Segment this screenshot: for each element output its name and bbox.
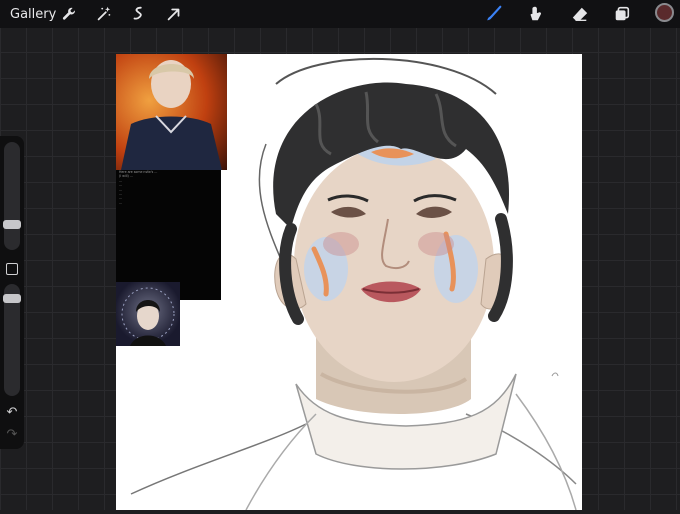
- smudge-icon[interactable]: [526, 4, 546, 24]
- reference-portrait-thumbnail[interactable]: [116, 282, 180, 346]
- reference-text-line: ...: [119, 200, 123, 205]
- magic-wand-icon[interactable]: [94, 4, 114, 24]
- opacity-handle[interactable]: [3, 294, 21, 303]
- undo-icon[interactable]: ↶: [5, 406, 19, 420]
- brush-size-slider[interactable]: [4, 142, 20, 250]
- wrench-icon[interactable]: [59, 4, 79, 24]
- eyedropper-square-button[interactable]: [6, 263, 18, 275]
- layers-icon[interactable]: [612, 4, 632, 24]
- brush-icon[interactable]: [484, 4, 504, 24]
- left-sidebar: ↶ ↷: [0, 136, 24, 449]
- brush-size-handle[interactable]: [3, 220, 21, 229]
- redo-icon[interactable]: ↷: [5, 428, 19, 442]
- gallery-button[interactable]: Gallery: [10, 7, 56, 22]
- selection-icon[interactable]: [129, 4, 149, 24]
- reference-photo[interactable]: [116, 54, 227, 170]
- eraser-icon[interactable]: [570, 4, 590, 24]
- color-picker-button[interactable]: [655, 3, 674, 22]
- transform-arrow-icon[interactable]: [164, 4, 184, 24]
- reference-text-panel: Here are some nsfw's ... (I will) ... ..…: [116, 170, 221, 300]
